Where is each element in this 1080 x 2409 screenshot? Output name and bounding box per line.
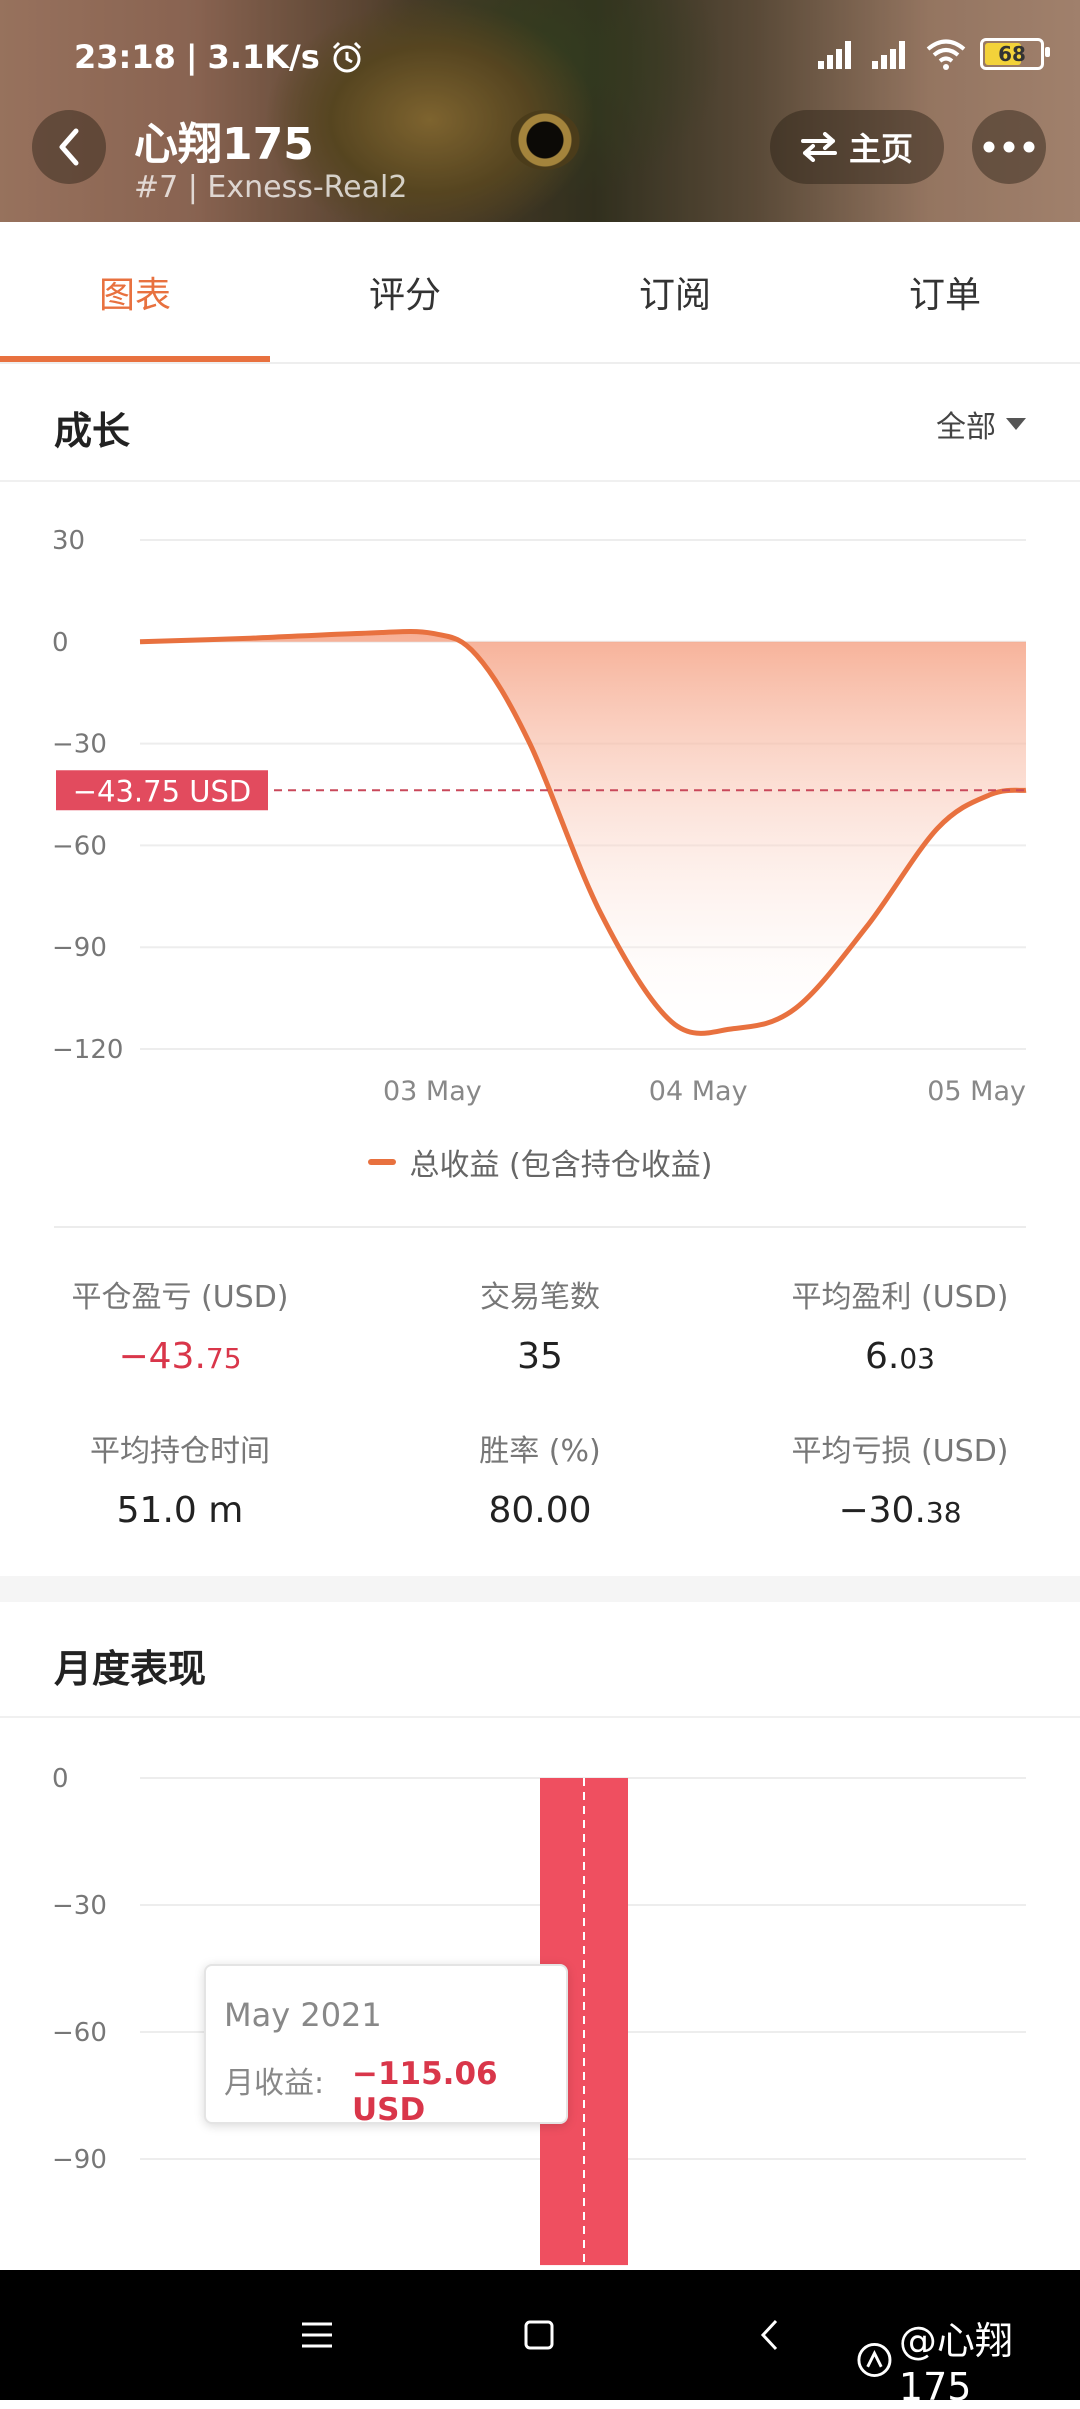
wifi-icon (926, 39, 966, 70)
section-title: 月度表现 (54, 1647, 207, 1691)
x-tick-label: 03 May (383, 1076, 482, 1107)
tab-subscribe[interactable]: 订阅 (540, 222, 810, 362)
signal-icon (872, 39, 912, 69)
x-tick-label: 05 May (927, 1076, 1026, 1107)
stat-label: 平均持仓时间 (90, 1434, 270, 1469)
profile-name: 心翔175 (134, 119, 314, 170)
tab-chart[interactable]: 图表 (0, 222, 270, 362)
more-button[interactable] (972, 110, 1046, 184)
battery-icon: 68 (980, 38, 1050, 70)
y-tick-label: 30 (52, 526, 85, 556)
stat-trade-count: 交易笔数 35 (360, 1272, 720, 1377)
watermark: @心翔175 (856, 2310, 1080, 2409)
x-tick-label: 04 May (649, 1076, 748, 1107)
more-icon (983, 141, 1035, 153)
caret-down-icon (1006, 418, 1026, 430)
stat-value: −43.75 (118, 1336, 242, 1377)
watermark-logo-icon (857, 2342, 892, 2377)
y-tick-label: −90 (52, 933, 107, 963)
stat-label: 平均盈利 (USD) (791, 1280, 1009, 1315)
home-button-label: 主页 (848, 130, 913, 168)
range-label: 全部 (936, 410, 996, 445)
menu-icon (302, 2322, 332, 2348)
stat-label: 交易笔数 (480, 1280, 600, 1315)
stat-value: 80.00 (488, 1490, 592, 1531)
tooltip-title: May 2021 (224, 1996, 382, 2034)
stat-label: 胜率 (%) (479, 1434, 601, 1469)
current-value-label: −43.75 USD (73, 774, 252, 808)
swap-icon (800, 132, 837, 162)
monthly-header: 月度表现 (0, 1602, 1080, 1718)
y-tick-label: −30 (52, 1891, 107, 1921)
battery-level: 68 (998, 42, 1026, 66)
tab-bar: 图表 评分 订阅 订单 (0, 222, 1080, 364)
stat-label: 平均亏损 (USD) (791, 1434, 1009, 1469)
back-nav-button[interactable] (734, 2300, 804, 2370)
chevron-left-icon (59, 128, 79, 166)
stat-label: 平仓盈亏 (USD) (71, 1280, 289, 1315)
legend-swatch (367, 1159, 396, 1165)
y-tick-label: 0 (52, 1764, 69, 1794)
y-tick-label: −60 (52, 2018, 107, 2048)
divider (54, 1226, 1026, 1228)
y-tick-label: −60 (52, 831, 107, 861)
status-time: 23:18 (74, 38, 176, 76)
profile-header: 23:18 | 3.1K/s 68 心翔175 #7 | Exness-Real… (0, 0, 1080, 222)
signal-icon (818, 39, 858, 69)
stat-avg-hold-time: 平均持仓时间 51.0 m (0, 1426, 360, 1531)
stat-avg-loss: 平均亏损 (USD) −30.38 (720, 1426, 1080, 1531)
stat-value: 35 (517, 1336, 563, 1377)
stat-value: 6.03 (865, 1336, 935, 1377)
stat-value: 51.0 m (116, 1490, 244, 1531)
y-tick-label: 0 (52, 628, 69, 658)
growth-header: 成长 全部 (0, 362, 1080, 482)
tab-rating[interactable]: 评分 (270, 222, 540, 362)
chevron-left-icon (760, 2319, 778, 2351)
y-tick-label: −30 (52, 730, 107, 760)
section-separator (0, 1576, 1080, 1602)
menu-button[interactable] (282, 2300, 352, 2370)
tooltip-value: −115.06 USD (352, 2056, 498, 2128)
y-tick-label: −90 (52, 2145, 107, 2175)
range-dropdown[interactable]: 全部 (936, 402, 1026, 446)
profile-account: #7 | Exness-Real2 (134, 170, 408, 205)
stat-avg-profit: 平均盈利 (USD) 6.03 (720, 1272, 1080, 1377)
stat-win-rate: 胜率 (%) 80.00 (360, 1426, 720, 1531)
chart-legend: 总收益 (包含持仓收益) (0, 1140, 1080, 1184)
series-area (140, 631, 1026, 1034)
home-nav-button[interactable] (504, 2300, 574, 2370)
watermark-text: @心翔175 (898, 2319, 1013, 2409)
stat-value: −30.38 (838, 1490, 962, 1531)
back-button[interactable] (32, 110, 106, 184)
status-bar-left: 23:18 | 3.1K/s (74, 38, 364, 76)
status-speed: 3.1K/s (207, 38, 320, 76)
home-button[interactable]: 主页 (770, 110, 944, 184)
stat-closed-pnl: 平仓盈亏 (USD) −43.75 (0, 1272, 360, 1377)
legend-label: 总收益 (包含持仓收益) (409, 1148, 713, 1183)
status-bar-right: 68 (818, 38, 1050, 70)
y-tick-label: −120 (52, 1035, 123, 1065)
alarm-icon (332, 41, 361, 73)
section-title: 成长 (54, 409, 131, 453)
system-nav-bar: @心翔175 (0, 2270, 1080, 2409)
tooltip-label: 月收益: (224, 2066, 325, 2101)
growth-chart[interactable]: 30 0 −30 −60 −90 −120 −43.75 USD 03 May 04 May 05… (0, 482, 1080, 1122)
tab-orders[interactable]: 订单 (810, 222, 1080, 362)
chart-tooltip: May 2021 月收益: −115.06 USD (204, 1964, 568, 2128)
square-icon (524, 2320, 554, 2350)
